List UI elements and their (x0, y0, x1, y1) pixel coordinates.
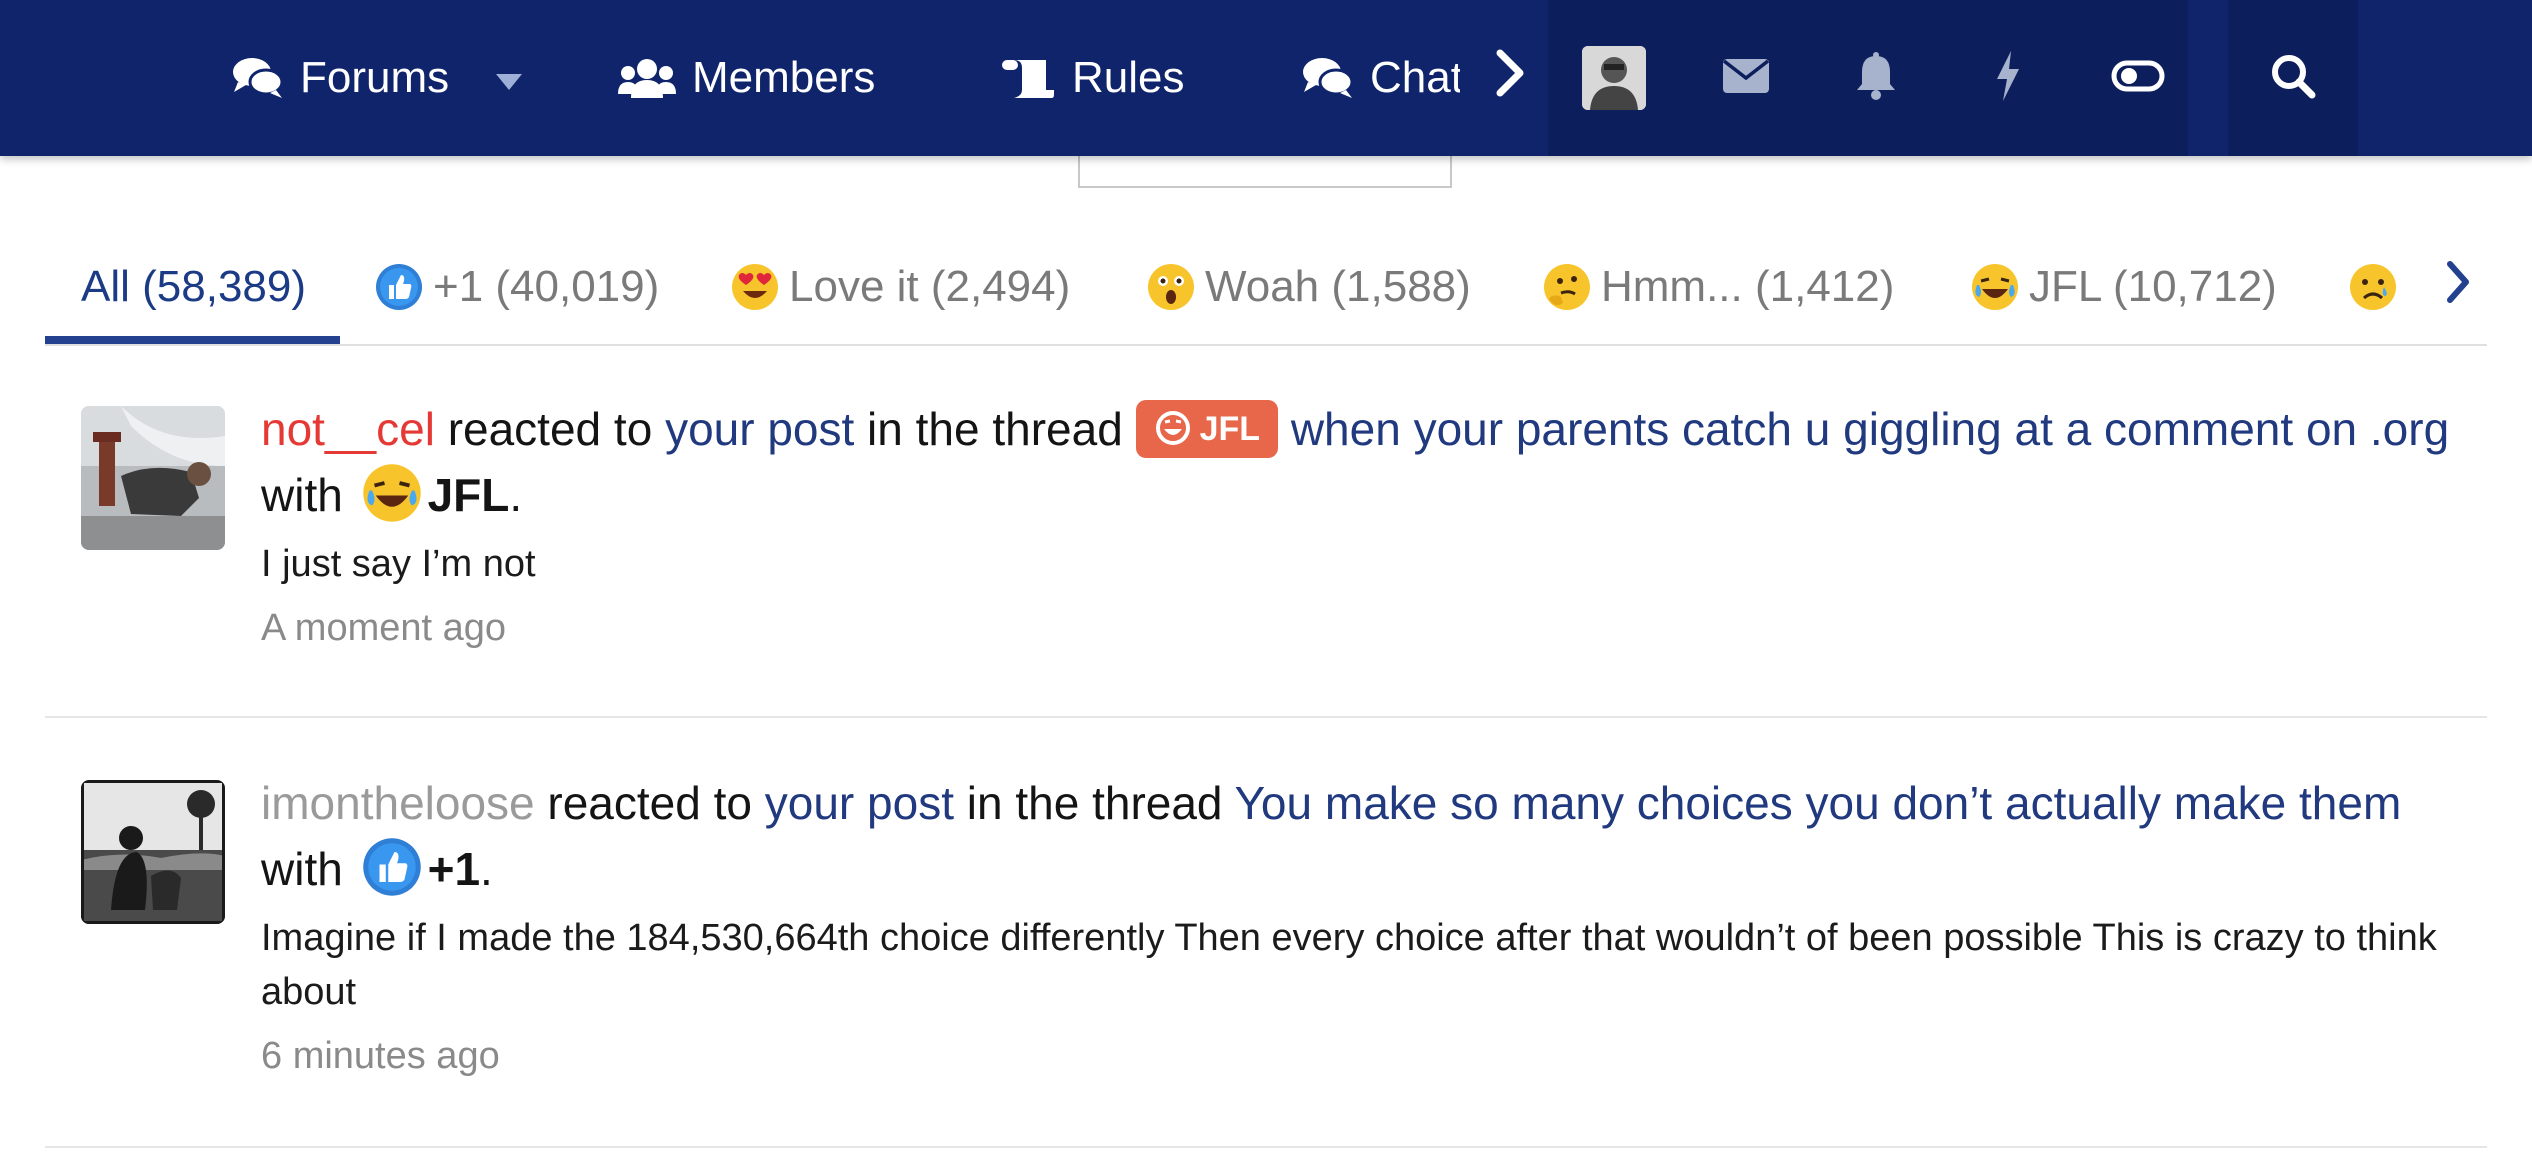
tab-hmm[interactable]: Hmm... (1,412) (1543, 230, 1894, 344)
tab-plus-one-label: +1 (40,019) (433, 262, 660, 311)
timestamp: A moment ago (261, 606, 507, 649)
divider (45, 716, 2487, 718)
reaction-name: JFL (427, 469, 510, 521)
tab-jfl-label: JFL (10,712) (2029, 262, 2277, 311)
alert-with: with (261, 469, 356, 521)
nav-rules-label: Rules (1072, 53, 1185, 102)
reaction-name: +1 (427, 843, 481, 895)
alert-period: . (509, 469, 523, 521)
alert-text: not__cel reacted to your post in the thr… (261, 396, 2461, 529)
tab-all-label: All (58,389) (81, 262, 307, 311)
tab-love-it-label: Love it (2,494) (789, 262, 1071, 311)
username-link[interactable]: imontheloose (261, 777, 535, 829)
account-button[interactable] (1554, 0, 1674, 156)
alert-with: with (261, 843, 356, 895)
scroll-icon (1000, 56, 1056, 100)
nav-members[interactable]: Members (618, 0, 875, 156)
alert-connector: in the thread (854, 403, 1136, 455)
timestamp: 6 minutes ago (261, 1034, 500, 1077)
username-link[interactable]: not__cel (261, 403, 435, 455)
whats-new-button[interactable] (1948, 0, 2068, 156)
thread-prefix-badge: JFL (1135, 399, 1279, 458)
chevron-right-icon (2445, 260, 2471, 315)
nav-forums-label: Forums (300, 53, 450, 102)
post-snippet: Imagine if I made the 184,530,664th choi… (261, 916, 2437, 1013)
users-icon (618, 58, 676, 98)
nav-forums[interactable]: Forums (232, 0, 449, 156)
avatar[interactable] (81, 406, 225, 550)
search-icon (2270, 53, 2316, 104)
alert-period: . (480, 843, 493, 895)
thread-title-link[interactable]: when your parents catch u giggling at a … (1291, 403, 2449, 455)
tab-sad[interactable] (2349, 230, 2407, 344)
tabs-scroll-right[interactable] (2445, 230, 2471, 344)
your-post-link[interactable]: your post (765, 777, 954, 829)
thread-title-link[interactable]: You make so many choices you don’t actua… (1234, 777, 2401, 829)
style-toggle-button[interactable] (2078, 0, 2198, 156)
avatar (1582, 46, 1646, 110)
alert-connector: in the thread (953, 777, 1235, 829)
alert-verb: reacted to (434, 403, 666, 455)
account-nav-group (1548, 0, 2188, 156)
nav-members-label: Members (692, 53, 876, 102)
laughing-crying-emoji-icon (1971, 263, 2019, 311)
caret-down-icon (494, 53, 524, 103)
chat-bubbles-icon (232, 56, 284, 100)
inbox-button[interactable] (1686, 0, 1806, 156)
alerts-button[interactable] (1816, 0, 1936, 156)
chat-bubbles-icon (1302, 56, 1354, 100)
search-button[interactable] (2233, 0, 2353, 156)
heart-eyes-emoji-icon (731, 263, 779, 311)
envelope-icon (1722, 58, 1770, 99)
alert-text: imontheloose reacted to your post in the… (261, 770, 2461, 903)
nav-chat-label: Chat (1370, 53, 1460, 102)
laughing-crying-emoji-icon (362, 463, 422, 523)
bell-icon (1855, 51, 1897, 105)
top-nav-bar: Forums Members Rules Chat (0, 0, 2532, 156)
thumbs-up-icon (375, 263, 423, 311)
tab-all[interactable]: All (58,389) (81, 230, 306, 344)
avatar[interactable] (81, 780, 225, 924)
your-post-link[interactable]: your post (665, 403, 854, 455)
badge-label: JFL (1199, 409, 1261, 448)
tab-woah[interactable]: Woah (1,588) (1147, 230, 1471, 344)
laughing-face-icon (1155, 410, 1190, 445)
thumbs-up-icon (362, 837, 422, 897)
bolt-icon (1993, 50, 2023, 106)
astonished-emoji-icon (1147, 263, 1195, 311)
tab-jfl[interactable]: JFL (10,712) (1971, 230, 2277, 344)
nav-chat[interactable]: Chat (1302, 0, 1460, 156)
reaction-filter-tabs: All (58,389) +1 (40,019) Love it (2,494)… (45, 230, 2487, 346)
forums-dropdown-toggle[interactable] (494, 0, 524, 156)
alert-verb: reacted to (534, 777, 765, 829)
chevron-right-icon (1494, 49, 1524, 108)
nav-rules[interactable]: Rules (1000, 0, 1185, 156)
tab-woah-label: Woah (1,588) (1205, 262, 1471, 311)
post-snippet: I just say I’m not (261, 542, 536, 585)
divider (45, 1146, 2487, 1148)
tab-hmm-label: Hmm... (1,412) (1601, 262, 1895, 311)
sad-emoji-icon (2349, 263, 2397, 311)
search-group (2228, 0, 2358, 156)
tab-plus-one[interactable]: +1 (40,019) (375, 230, 659, 344)
toggle-icon (2111, 60, 2165, 97)
thinking-emoji-icon (1543, 263, 1591, 311)
active-tab-indicator (45, 336, 340, 344)
nav-scroll-right[interactable] (1494, 0, 1524, 156)
tab-love-it[interactable]: Love it (2,494) (731, 230, 1070, 344)
